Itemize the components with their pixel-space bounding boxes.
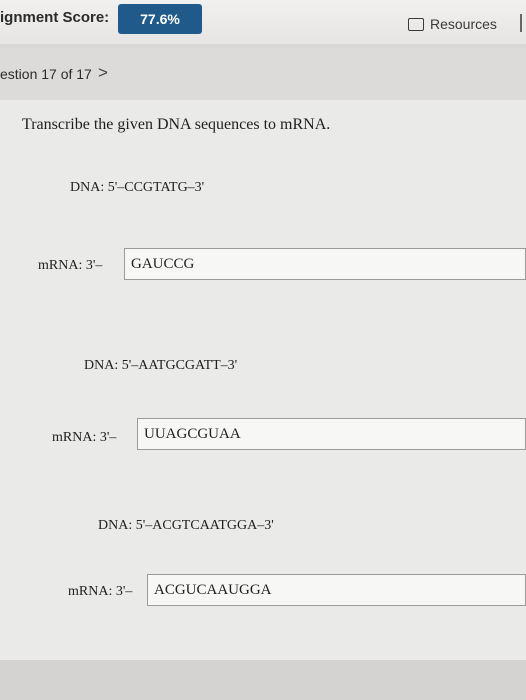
mrna-label: mRNA: 3'– (52, 430, 117, 445)
bottom-area (0, 660, 526, 700)
edge-bar (520, 14, 522, 32)
next-question-button[interactable]: > (98, 63, 108, 83)
question-counter: estion 17 of 17 (0, 66, 92, 82)
question-navigation: estion 17 of 17 > (0, 48, 526, 100)
question-panel: Transcribe the given DNA sequences to mR… (0, 100, 526, 660)
assignment-score-label: ignment Score: (0, 9, 110, 26)
top-bar: ignment Score: 77.6% Resources (0, 0, 526, 44)
mrna-answer-input[interactable]: GAUCCG (124, 248, 526, 280)
folder-icon (408, 17, 424, 31)
mrna-answer-input[interactable]: ACGUCAAUGGA (147, 574, 526, 606)
assignment-score-badge: 77.6% (118, 4, 202, 34)
question-instruction: Transcribe the given DNA sequences to mR… (22, 116, 331, 133)
dna-sequence: DNA: 5'–AATGCGATT–3' (84, 358, 238, 373)
resources-button[interactable]: Resources (408, 16, 497, 32)
mrna-label: mRNA: 3'– (68, 584, 133, 599)
dna-sequence: DNA: 5'–ACGTCAATGGA–3' (98, 518, 274, 533)
mrna-label: mRNA: 3'– (38, 258, 103, 273)
mrna-answer-input[interactable]: UUAGCGUAA (137, 418, 526, 450)
dna-sequence: DNA: 5'–CCGTATG–3' (70, 180, 205, 195)
resources-label: Resources (430, 16, 497, 32)
